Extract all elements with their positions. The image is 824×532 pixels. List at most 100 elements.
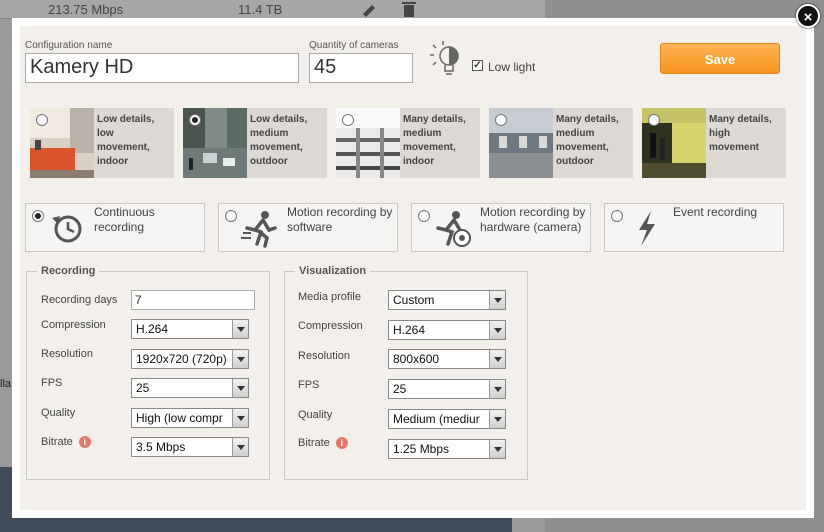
preset-label: Low details, low movement, indoor <box>97 114 155 167</box>
light-bulb-icon <box>430 41 459 75</box>
chevron-down-icon <box>489 291 505 309</box>
mode-label: Motion recording by hardware (camera) <box>480 205 586 234</box>
recording-quality-select[interactable]: High (low compr <box>131 408 249 428</box>
chevron-down-icon <box>489 350 505 368</box>
background-table-row: 213.75 Mbps 11.4 TB <box>0 0 545 19</box>
recording-quality-label: Quality <box>41 407 76 419</box>
close-icon[interactable]: × <box>796 4 820 28</box>
mode-motion-hardware[interactable]: Motion recording by hardware (camera) <box>411 203 591 252</box>
visualization-compression-select[interactable]: H.264 <box>388 320 506 340</box>
select-value: Medium (mediur <box>393 412 480 426</box>
recording-resolution-select[interactable]: 1920x720 (720p) <box>131 349 249 369</box>
select-value: High (low compr <box>136 411 223 425</box>
select-value: Custom <box>393 293 435 307</box>
mode-label: Motion recording by software <box>287 205 393 234</box>
mode-radio[interactable] <box>611 210 623 222</box>
preset-radio[interactable] <box>648 114 660 126</box>
recording-compression-label: Compression <box>41 319 106 331</box>
running-man-camera-icon <box>436 211 471 247</box>
recording-compression-select[interactable]: H.264 <box>131 319 249 339</box>
recording-bitrate-select[interactable]: 3.5 Mbps <box>131 437 249 457</box>
preset-many-details-medium-movement-outdoor[interactable]: Many details, medium movement, outdoor <box>489 108 633 178</box>
running-man-icon <box>241 211 277 248</box>
visualization-fps-select[interactable]: 25 <box>388 379 506 399</box>
chevron-down-icon <box>232 438 248 456</box>
mode-label: Event recording <box>673 205 758 219</box>
lightning-icon <box>639 211 655 246</box>
recording-fps-label: FPS <box>41 377 63 389</box>
clock-arrow-icon <box>52 215 82 243</box>
chevron-down-icon <box>232 320 248 338</box>
pencil-icon <box>363 5 375 17</box>
save-button[interactable]: Save <box>660 43 780 74</box>
preset-low-details-medium-movement[interactable]: Low details, medium movement, outdoor <box>183 108 327 178</box>
select-value: 3.5 Mbps <box>136 440 186 454</box>
visualization-resolution-label: Resolution <box>298 350 350 362</box>
bg-bandwidth: 213.75 Mbps <box>48 2 124 17</box>
recording-fps-select[interactable]: 25 <box>131 378 249 398</box>
select-value: H.264 <box>393 323 426 337</box>
visualization-quality-label: Quality <box>298 409 333 421</box>
preset-radio[interactable] <box>189 114 201 126</box>
mode-motion-software[interactable]: Motion recording by software <box>218 203 398 252</box>
visualization-profile-label: Media profile <box>298 291 361 303</box>
visualization-title: Visualization <box>299 265 367 277</box>
preset-label: Low details, medium movement, outdoor <box>250 114 308 167</box>
recording-resolution-label: Resolution <box>41 348 93 360</box>
select-value: 1.25 Mbps <box>393 442 450 456</box>
select-value: 25 <box>393 382 407 396</box>
preset-label: Many details, medium movement, indoor <box>403 114 466 167</box>
recording-bitrate-label: Bitrate <box>41 436 73 448</box>
chevron-down-icon <box>489 380 505 398</box>
mode-radio[interactable] <box>418 210 430 222</box>
chevron-down-icon <box>232 409 248 427</box>
preset-label: Many details, medium movement, outdoor <box>556 114 619 167</box>
preset-radio[interactable] <box>342 114 354 126</box>
visualization-bitrate-label: Bitrate <box>298 437 330 449</box>
recording-days-input[interactable]: 7 <box>131 290 255 310</box>
bg-storage: 11.4 TB <box>238 2 283 17</box>
chevron-down-icon <box>232 379 248 397</box>
chevron-down-icon <box>489 410 505 428</box>
info-icon[interactable]: i <box>335 437 348 450</box>
preset-many-details-medium-movement-indoor[interactable]: Many details, medium movement, indoor <box>336 108 480 178</box>
configuration-dialog: Configuration name Kamery HD Quantity of… <box>12 18 814 518</box>
config-name-input[interactable]: Kamery HD <box>25 53 299 83</box>
select-value: 800x600 <box>393 352 440 366</box>
mode-radio[interactable] <box>225 210 237 222</box>
visualization-resolution-select[interactable]: 800x600 <box>388 349 506 369</box>
chevron-down-icon <box>489 440 505 458</box>
low-light-checkbox[interactable]: ✓ <box>472 60 483 71</box>
preset-many-details-high-movement[interactable]: Many details, high movement <box>642 108 786 178</box>
preset-low-details-low-movement[interactable]: Low details, low movement, indoor <box>30 108 174 178</box>
visualization-bitrate-row: Bitrate i <box>298 437 348 450</box>
recording-bitrate-row: Bitrate i <box>41 436 91 449</box>
recording-days-label: Recording days <box>41 294 118 306</box>
quantity-label: Quantity of cameras <box>309 40 399 51</box>
chevron-down-icon <box>232 350 248 368</box>
visualization-bitrate-select[interactable]: 1.25 Mbps <box>388 439 506 459</box>
trash-icon <box>402 2 416 17</box>
config-name-label: Configuration name <box>25 40 113 51</box>
visualization-compression-label: Compression <box>298 320 363 332</box>
select-value: 1920x720 (720p) <box>136 352 227 366</box>
bg-left-fragment: lla <box>0 378 12 390</box>
mode-label: Continuous recording <box>94 205 155 234</box>
dialog-body: Configuration name Kamery HD Quantity of… <box>20 26 806 510</box>
visualization-quality-select[interactable]: Medium (mediur <box>388 409 506 429</box>
preset-radio[interactable] <box>36 114 48 126</box>
mode-radio[interactable] <box>32 210 44 222</box>
quantity-input[interactable]: 45 <box>309 53 413 83</box>
low-light-label: Low light <box>488 60 536 74</box>
recording-title: Recording <box>41 265 96 277</box>
select-value: H.264 <box>136 322 169 336</box>
select-value: 25 <box>136 381 150 395</box>
preset-label: Many details, high movement <box>709 114 772 153</box>
visualization-profile-select[interactable]: Custom <box>388 290 506 310</box>
preset-radio[interactable] <box>495 114 507 126</box>
mode-event[interactable]: Event recording <box>604 203 784 252</box>
visualization-fps-label: FPS <box>298 379 320 391</box>
mode-continuous[interactable]: Continuous recording <box>25 203 205 252</box>
chevron-down-icon <box>489 321 505 339</box>
info-icon[interactable]: i <box>78 436 91 449</box>
